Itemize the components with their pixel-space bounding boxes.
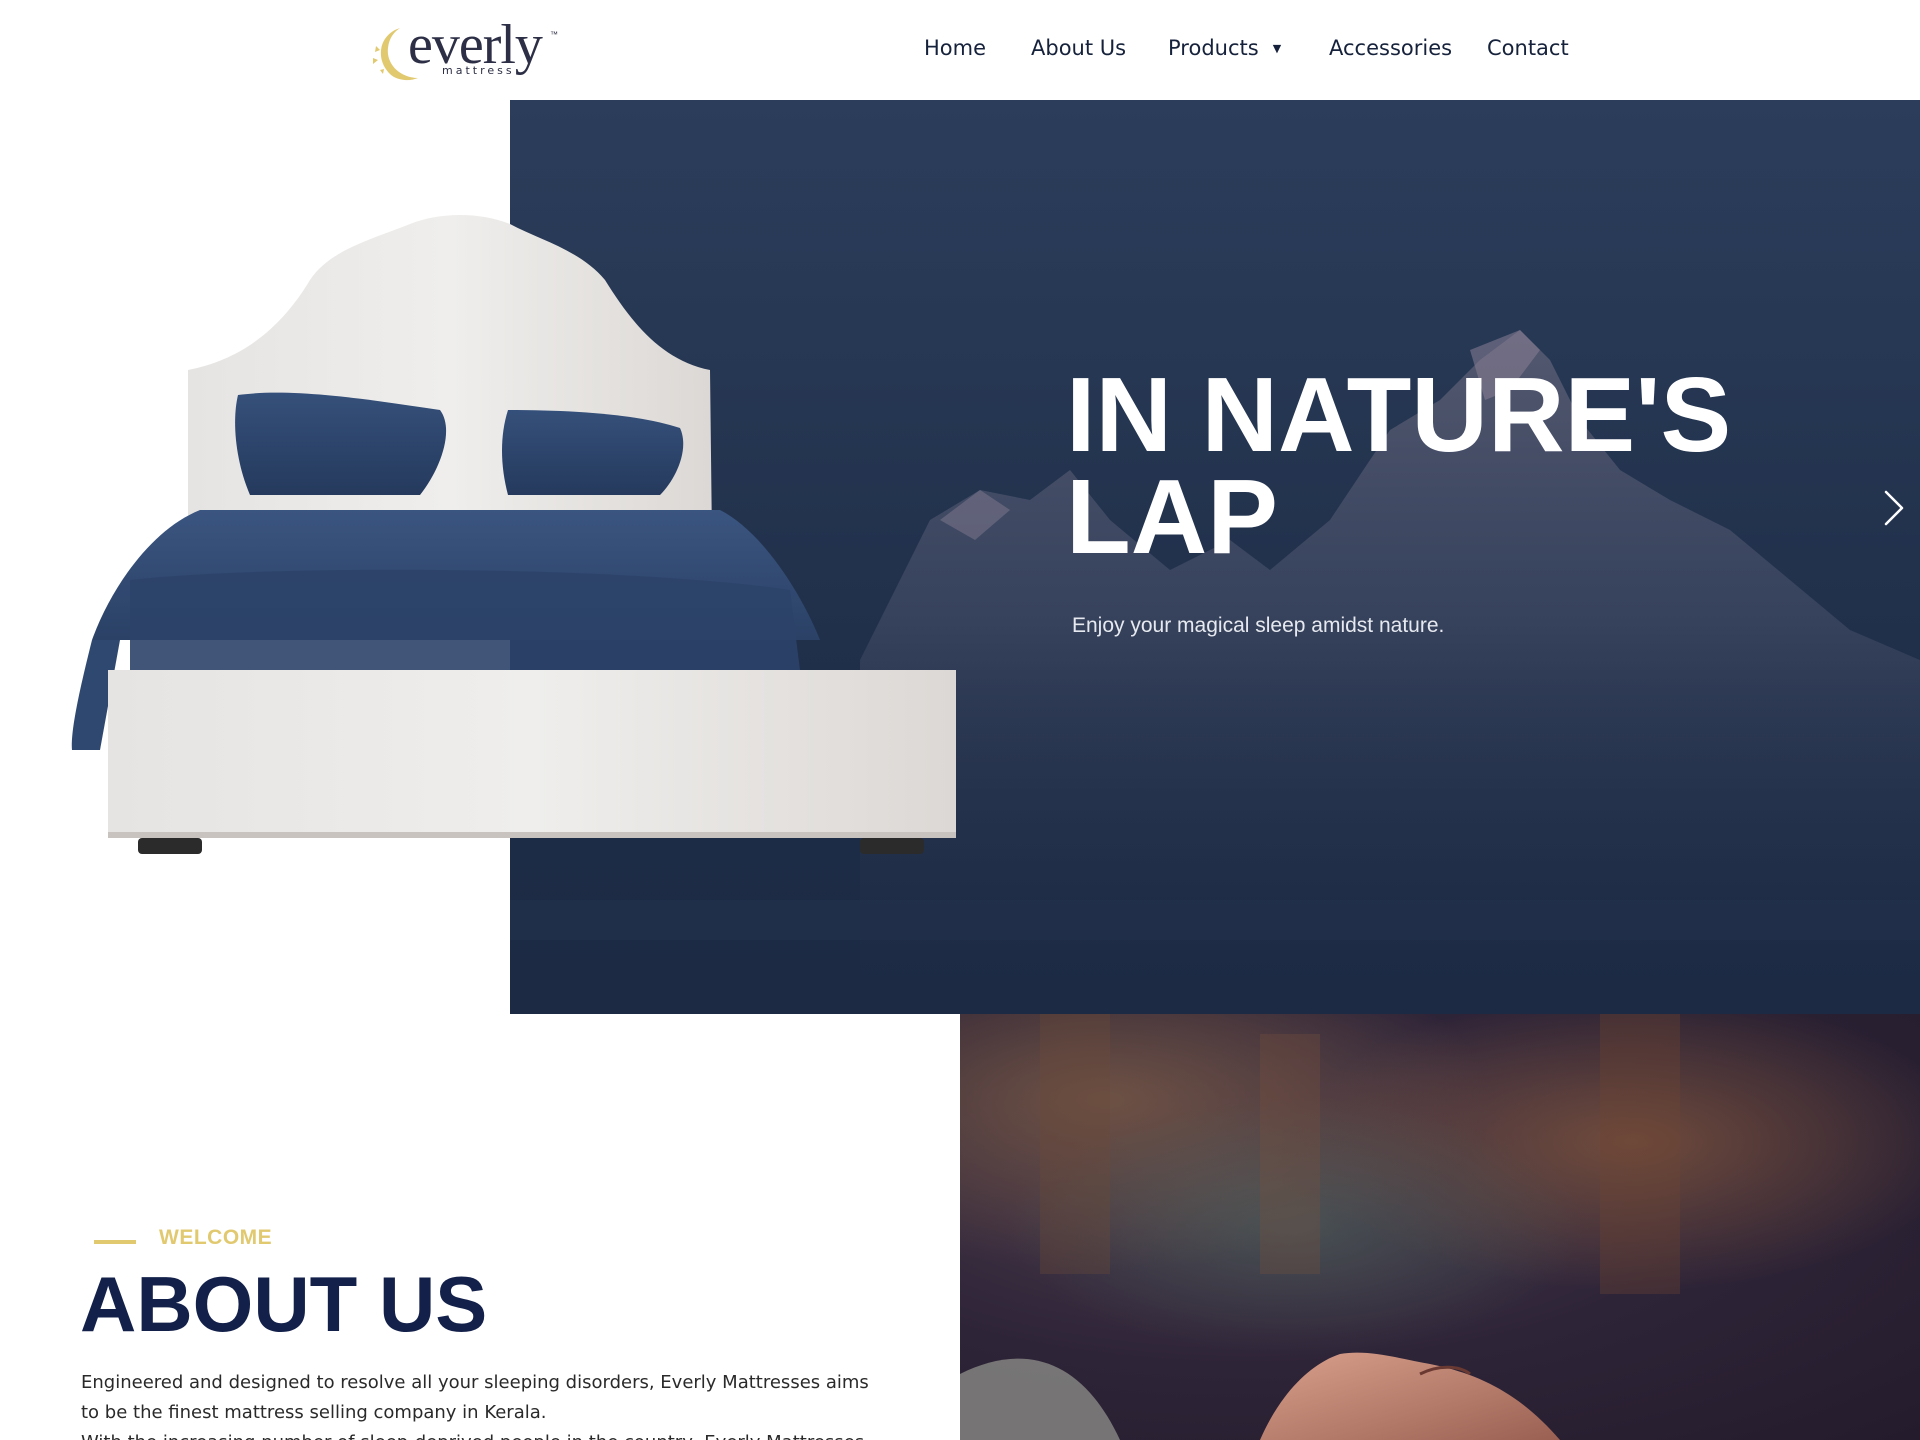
sleeping-woman-image [960, 1014, 1920, 1440]
nav-products-label: Products [1168, 36, 1259, 60]
nav-accessories[interactable]: Accessories [1329, 36, 1452, 60]
about-photo [960, 1014, 1920, 1440]
main-navigation: Home About Us Products ▼ Accessories Cont… [0, 0, 1920, 100]
about-title: ABOUT US [80, 1260, 488, 1348]
site-header: everly ™ mattress Home About Us Products… [0, 0, 1920, 100]
nav-about-us[interactable]: About Us [1031, 36, 1126, 60]
about-paragraph: Engineered and designed to resolve all y… [81, 1372, 869, 1423]
bed-product-image [71, 215, 956, 854]
about-description: Engineered and designed to resolve all y… [81, 1368, 881, 1440]
about-paragraph: With the increasing number of sleep-depr… [81, 1428, 881, 1440]
dropdown-caret-icon: ▼ [1272, 42, 1282, 55]
chevron-right-icon[interactable] [1878, 488, 1908, 528]
about-eyebrow: WELCOME [159, 1226, 273, 1249]
hero-title: IN NATURE'S LAP [1066, 356, 1732, 576]
nav-products[interactable]: Products ▼ [1168, 36, 1281, 60]
welcome-accent-line [94, 1240, 136, 1244]
hero-subtitle: Enjoy your magical sleep amidst nature. [1072, 614, 1445, 637]
nav-contact[interactable]: Contact [1487, 36, 1569, 60]
nav-home[interactable]: Home [924, 36, 986, 60]
